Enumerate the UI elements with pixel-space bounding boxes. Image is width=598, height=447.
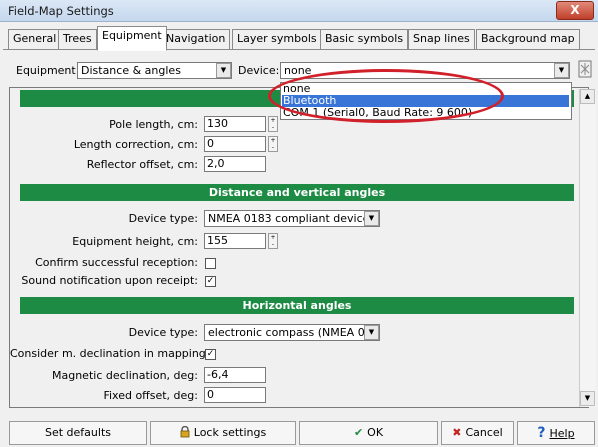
highlight-oval <box>268 69 504 123</box>
lock-icon <box>180 422 190 444</box>
tab-navigation[interactable]: Navigation <box>161 29 231 49</box>
scroll-up-icon[interactable]: ▲ <box>580 89 595 104</box>
sound-notification-label: Sound notification upon receipt: <box>21 274 198 287</box>
horizontal-device-type-label: Device type: <box>128 326 198 339</box>
tab-basic-symbols[interactable]: Basic symbols <box>320 29 409 49</box>
distance-device-type-value: NMEA 0183 compliant device <box>208 212 370 225</box>
chevron-down-icon[interactable]: ▼ <box>364 325 379 340</box>
tab-strip-divider <box>3 49 595 50</box>
distance-device-type-label: Device type: <box>128 212 198 225</box>
chevron-down-icon[interactable]: ▼ <box>216 63 231 78</box>
device-label: Device: <box>238 64 280 77</box>
distance-device-type-select[interactable]: NMEA 0183 compliant device <box>204 210 380 227</box>
window-title: Field-Map Settings <box>8 4 114 18</box>
x-icon: ✖ <box>452 426 462 439</box>
scroll-down-icon[interactable]: ▼ <box>580 391 595 406</box>
equipment-height-input[interactable]: 155 <box>204 233 266 249</box>
device-settings-icon[interactable] <box>577 60 593 78</box>
fixed-offset-label: Fixed offset, deg: <box>103 389 198 402</box>
ok-label: OK <box>367 426 384 439</box>
vertical-scrollbar[interactable]: ▲ ▼ <box>579 89 596 407</box>
consider-declination-label: Consider m. declination in mapping: <box>10 347 210 360</box>
consider-declination-checkbox[interactable]: ✓ <box>205 349 216 360</box>
question-mark-icon: ? <box>537 425 546 441</box>
tab-background-map[interactable]: Background map <box>476 29 580 49</box>
lock-settings-label: Lock settings <box>193 426 267 439</box>
equipment-select-value: Distance & angles <box>81 64 181 77</box>
close-button[interactable]: X <box>556 1 594 20</box>
help-label: Help <box>549 427 575 440</box>
pole-length-label: Pole length, cm: <box>109 118 198 131</box>
tab-equipment[interactable]: Equipment <box>97 26 167 51</box>
equipment-height-label: Equipment height, cm: <box>72 235 198 248</box>
tab-layer-symbols[interactable]: Layer symbols <box>232 29 322 49</box>
set-defaults-button[interactable]: Set defaults <box>9 421 147 445</box>
reflector-offset-input[interactable]: 2,0 <box>204 156 266 172</box>
confirm-reception-label: Confirm successful reception: <box>35 256 198 269</box>
sound-notification-checkbox[interactable]: ✓ <box>205 276 216 287</box>
equipment-label: Equipment: <box>16 64 80 77</box>
settings-panel: I Pole length, cm: 130 +- Length correct… <box>9 87 589 408</box>
reflector-offset-label: Reflector offset, cm: <box>86 158 198 171</box>
confirm-reception-checkbox[interactable] <box>205 258 216 269</box>
cancel-label: Cancel <box>465 426 503 439</box>
section-header-distance: Distance and vertical angles <box>20 184 574 201</box>
set-defaults-label: Set defaults <box>45 426 111 439</box>
fixed-offset-input[interactable]: 0 <box>204 387 266 403</box>
cancel-button[interactable]: ✖ Cancel <box>441 421 514 445</box>
horizontal-device-type-value: electronic compass (NMEA 0183 <box>208 326 380 339</box>
length-correction-label: Length correction, cm: <box>73 138 198 151</box>
help-button[interactable]: ? Help <box>517 421 595 445</box>
tab-snap-lines[interactable]: Snap lines <box>408 29 475 49</box>
pole-length-input[interactable]: 130 <box>204 116 266 132</box>
length-correction-input[interactable]: 0 <box>204 136 266 152</box>
lock-settings-button[interactable]: Lock settings <box>150 421 296 445</box>
checkmark-icon: ✔ <box>353 426 364 439</box>
equipment-select[interactable]: Distance & angles <box>77 62 232 79</box>
length-correction-spinner[interactable]: + - <box>268 136 278 152</box>
magnetic-declination-label: Magnetic declination, deg: <box>52 369 198 382</box>
ok-button[interactable]: ✔ OK <box>299 421 438 445</box>
chevron-down-icon[interactable]: ▼ <box>364 211 379 226</box>
horizontal-device-type-select[interactable]: electronic compass (NMEA 0183 <box>204 324 380 341</box>
tab-general[interactable]: General <box>8 29 62 49</box>
pole-length-spinner[interactable]: + - <box>268 116 278 132</box>
equipment-height-spinner[interactable]: + - <box>268 233 278 249</box>
section-header-horizontal: Horizontal angles <box>20 297 574 314</box>
magnetic-declination-input[interactable]: -6,4 <box>204 367 266 383</box>
chevron-down-icon[interactable]: ▼ <box>554 63 569 78</box>
tab-trees[interactable]: Trees <box>58 29 97 49</box>
